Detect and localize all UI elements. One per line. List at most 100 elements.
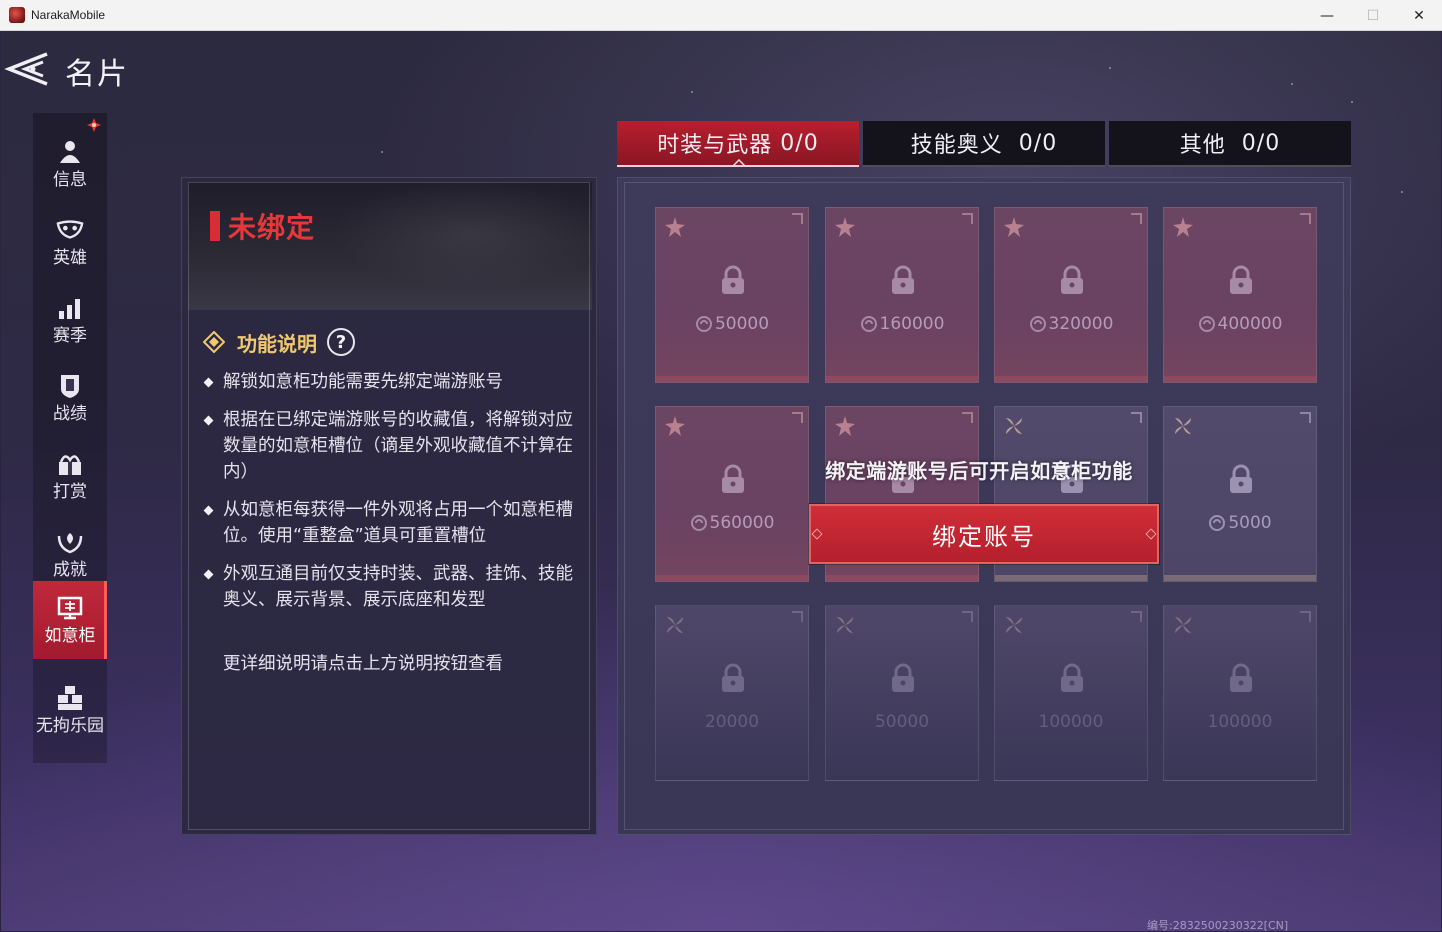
corner-icon: [1131, 412, 1142, 423]
lock-icon: [722, 265, 744, 294]
help-button[interactable]: ?: [327, 328, 355, 356]
sidebar-item-info[interactable]: 信息: [33, 125, 107, 203]
slot-price: 5000: [1228, 513, 1272, 533]
caret-up-icon: [733, 159, 745, 166]
list-item: 外观互通目前仅支持时装、武器、挂饰、技能奥义、展示背景、展示底座和发型: [203, 561, 573, 613]
corner-icon: [1300, 412, 1311, 423]
maximize-button[interactable]: ☐: [1350, 0, 1396, 31]
tab-count: 0/0: [1018, 130, 1058, 156]
person-icon: [56, 138, 84, 166]
tab-count: 0/0: [1241, 130, 1281, 156]
notification-badge-icon: [87, 117, 101, 132]
cabinet-slot[interactable]: 50000: [655, 207, 809, 383]
tab-fashion-weapons[interactable]: 时装与武器 0/0: [617, 121, 859, 167]
sidebar-item-season[interactable]: 赛季: [33, 281, 107, 359]
flower-icon: [665, 416, 685, 436]
corner-icon: [962, 412, 973, 423]
corner-icon: [1131, 213, 1142, 224]
gift-icon: [56, 450, 84, 478]
sidebar-item-cabinet[interactable]: 如意柜: [33, 581, 107, 659]
corner-icon: [792, 213, 803, 224]
cabinet-slot[interactable]: 100000: [1163, 605, 1317, 781]
lock-icon: [892, 663, 914, 692]
collection-coin-icon: [1209, 515, 1226, 531]
pinwheel-icon: [837, 617, 853, 633]
list-item: 从如意柜每获得一件外观将占用一个如意柜槽位。使用“重整盒”道具可重置槽位: [203, 497, 573, 549]
feature-title: 功能说明: [237, 331, 317, 356]
app-icon: [9, 7, 25, 23]
slot-price: 320000: [1048, 314, 1114, 334]
slot-price: 20000: [704, 712, 760, 732]
corner-icon: [962, 611, 973, 622]
feature-bullets: 解锁如意柜功能需要先绑定端游账号 根据在已绑定端游账号的收藏值，将解锁对应数量的…: [203, 369, 573, 625]
bind-account-label: 绑定账号: [932, 522, 1036, 551]
sidebar-item-record[interactable]: 战绩: [33, 359, 107, 437]
collection-coin-icon: [690, 515, 707, 531]
lock-icon: [722, 464, 744, 493]
minimize-button[interactable]: —: [1304, 0, 1350, 31]
pinwheel-icon: [667, 617, 683, 633]
bind-account-button[interactable]: 绑定账号: [809, 504, 1159, 564]
back-button[interactable]: [3, 51, 49, 87]
lock-icon: [1061, 265, 1083, 294]
corner-icon: [792, 412, 803, 423]
laurel-icon: [56, 528, 84, 556]
tab-label: 其他: [1179, 133, 1226, 158]
tab-skill-ultimate[interactable]: 技能奥义 0/0: [863, 121, 1105, 167]
slot-price: 100000: [1207, 712, 1273, 732]
lock-icon: [1230, 464, 1252, 493]
feature-header: 功能说明 ?: [202, 327, 355, 357]
cabinet-slot[interactable]: 400000: [1163, 207, 1317, 383]
flower-icon: [665, 217, 685, 237]
lock-icon: [1230, 265, 1252, 294]
list-item: 根据在已绑定端游账号的收藏值，将解锁对应数量的如意柜槽位（谪星外观收藏值不计算在…: [203, 407, 573, 485]
cabinet-slot[interactable]: 160000: [825, 207, 979, 383]
corner-icon: [1131, 611, 1142, 622]
tab-label: 时装与武器: [657, 133, 773, 158]
cabinet-slot[interactable]: 5000: [1163, 406, 1317, 582]
sidebar-item-paradise[interactable]: 无拘乐园: [33, 671, 107, 749]
page-title: 名片: [65, 57, 129, 92]
bar-chart-icon: [56, 294, 84, 322]
pinwheel-icon: [1175, 418, 1191, 434]
close-button[interactable]: ✕: [1396, 0, 1442, 31]
cabinet-slot[interactable]: 320000: [994, 207, 1148, 383]
tab-label: 技能奥义: [910, 133, 1003, 158]
bind-hint-text: 绑定端游账号后可开启如意柜功能: [825, 459, 1133, 483]
flower-icon: [835, 217, 855, 237]
flower-icon: [835, 416, 855, 436]
list-item: 解锁如意柜功能需要先绑定端游账号: [203, 369, 573, 395]
window-titlebar: NarakaMobile — ☐ ✕: [0, 0, 1442, 31]
blocks-icon: [56, 684, 84, 712]
diamond-icon: [202, 330, 226, 354]
lock-icon: [1230, 663, 1252, 692]
sidebar-item-reward[interactable]: 打赏: [33, 437, 107, 515]
collection-coin-icon: [860, 316, 877, 332]
corner-icon: [1300, 213, 1311, 224]
mask-icon: [56, 216, 84, 244]
slot-price: 50000: [714, 314, 770, 334]
slot-price: 560000: [709, 513, 775, 533]
pinwheel-icon: [1175, 617, 1191, 633]
cabinet-slot[interactable]: 560000: [655, 406, 809, 582]
corner-icon: [962, 213, 973, 224]
cabinet-slot[interactable]: 50000: [825, 605, 979, 781]
serial-number: 编号:2832500230322[CN]: [1147, 919, 1289, 931]
collection-coin-icon: [1198, 316, 1215, 332]
pinwheel-icon: [1006, 418, 1022, 434]
window-title: NarakaMobile: [31, 8, 106, 22]
collection-coin-icon: [1029, 316, 1046, 332]
tab-other[interactable]: 其他 0/0: [1109, 121, 1351, 167]
slot-price: 160000: [879, 314, 945, 334]
shield-icon: [56, 372, 84, 400]
slot-price: 100000: [1038, 712, 1104, 732]
cabinet-slot[interactable]: 100000: [994, 605, 1148, 781]
back-arrow-icon: [4, 52, 48, 86]
lock-icon: [1061, 663, 1083, 692]
corner-icon: [792, 611, 803, 622]
corner-icon: [1300, 611, 1311, 622]
tab-count: 0/0: [780, 130, 819, 156]
sidebar-item-heroes[interactable]: 英雄: [33, 203, 107, 281]
slot-price: 50000: [874, 712, 930, 732]
cabinet-slot[interactable]: 20000: [655, 605, 809, 781]
